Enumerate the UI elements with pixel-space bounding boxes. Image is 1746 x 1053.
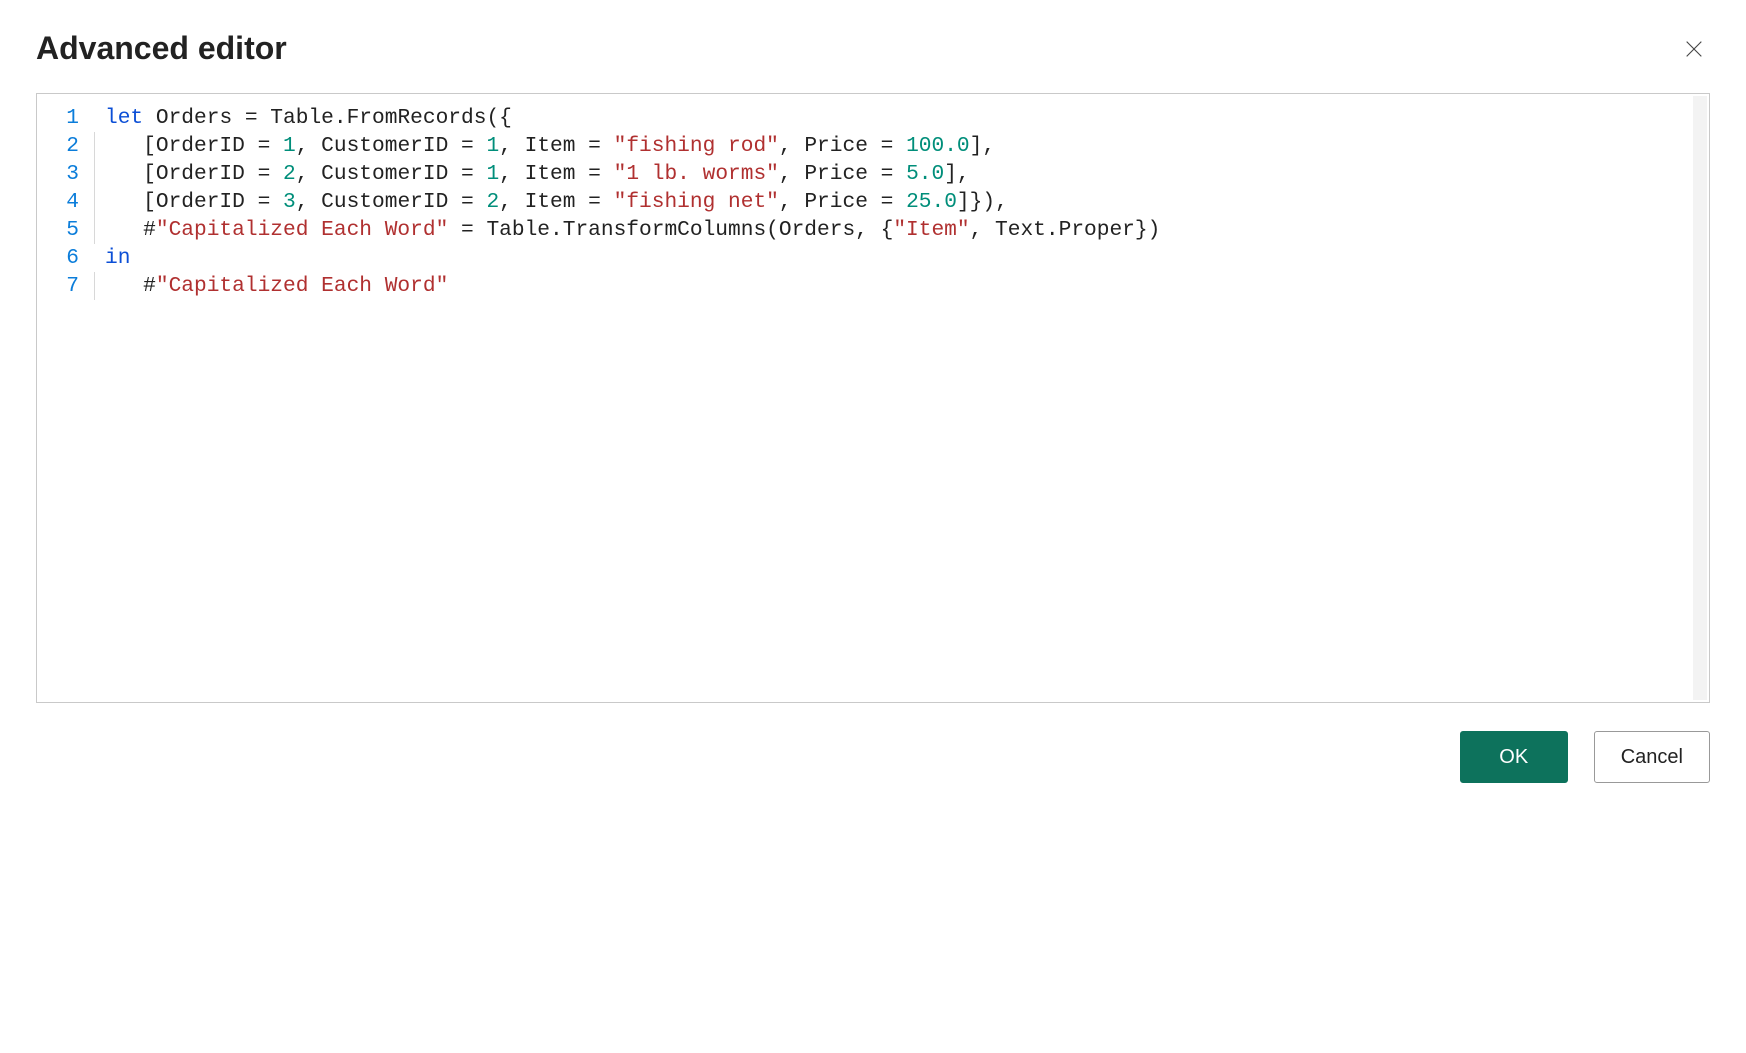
dialog-header: Advanced editor bbox=[36, 30, 1710, 67]
indent-guide bbox=[91, 216, 105, 244]
token-plain: , Price = bbox=[779, 162, 906, 186]
indent-guide bbox=[91, 132, 105, 160]
token-plain: [OrderID = bbox=[105, 162, 283, 186]
line-number: 7 bbox=[37, 272, 91, 300]
token-num: 2 bbox=[486, 190, 499, 214]
dialog-title: Advanced editor bbox=[36, 30, 287, 67]
code-content[interactable]: #"Capitalized Each Word" = Table.Transfo… bbox=[105, 216, 1709, 244]
token-plain: = Table.TransformColumns(Orders, { bbox=[448, 218, 893, 242]
close-icon bbox=[1683, 38, 1705, 60]
token-plain: , Price = bbox=[779, 190, 906, 214]
cancel-button[interactable]: Cancel bbox=[1594, 731, 1710, 783]
token-plain: , CustomerID = bbox=[296, 190, 487, 214]
indent-guide bbox=[91, 160, 105, 188]
line-number: 5 bbox=[37, 216, 91, 244]
indent-guide bbox=[91, 188, 105, 216]
token-kw: let bbox=[105, 106, 143, 130]
code-content[interactable]: [OrderID = 3, CustomerID = 2, Item = "fi… bbox=[105, 188, 1709, 216]
token-plain: ], bbox=[944, 162, 969, 186]
indent-guide bbox=[91, 104, 105, 132]
line-number: 6 bbox=[37, 244, 91, 272]
code-line[interactable]: 5 #"Capitalized Each Word" = Table.Trans… bbox=[37, 216, 1709, 244]
token-num: 25.0 bbox=[906, 190, 957, 214]
indent-guide bbox=[91, 244, 105, 272]
line-number: 3 bbox=[37, 160, 91, 188]
code-content[interactable]: #"Capitalized Each Word" bbox=[105, 272, 1709, 300]
ok-button[interactable]: OK bbox=[1460, 731, 1568, 783]
token-str: "fishing net" bbox=[614, 190, 779, 214]
code-content[interactable]: in bbox=[105, 244, 1709, 272]
token-num: 100.0 bbox=[906, 134, 970, 158]
code-line[interactable]: 3 [OrderID = 2, CustomerID = 1, Item = "… bbox=[37, 160, 1709, 188]
code-line[interactable]: 7 #"Capitalized Each Word" bbox=[37, 272, 1709, 300]
code-line[interactable]: 4 [OrderID = 3, CustomerID = 2, Item = "… bbox=[37, 188, 1709, 216]
token-plain: , Price = bbox=[779, 134, 906, 158]
token-num: 1 bbox=[486, 134, 499, 158]
code-line[interactable]: 6 in bbox=[37, 244, 1709, 272]
token-num: 2 bbox=[283, 162, 296, 186]
token-plain: , Item = bbox=[499, 162, 613, 186]
token-num: 5.0 bbox=[906, 162, 944, 186]
token-plain: [OrderID = bbox=[105, 134, 283, 158]
token-str: "1 lb. worms" bbox=[614, 162, 779, 186]
token-num: 1 bbox=[283, 134, 296, 158]
scrollbar-vertical[interactable] bbox=[1693, 96, 1707, 700]
line-number: 2 bbox=[37, 132, 91, 160]
line-number: 4 bbox=[37, 188, 91, 216]
token-kw: in bbox=[105, 246, 130, 270]
token-str: "fishing rod" bbox=[614, 134, 779, 158]
token-plain: [OrderID = bbox=[105, 190, 283, 214]
dialog-footer: OK Cancel bbox=[36, 731, 1710, 783]
token-str: "Capitalized Each Word" bbox=[156, 274, 448, 298]
code-editor[interactable]: 1let Orders = Table.FromRecords({2 [Orde… bbox=[36, 93, 1710, 703]
code-line[interactable]: 2 [OrderID = 1, CustomerID = 1, Item = "… bbox=[37, 132, 1709, 160]
token-plain: # bbox=[105, 218, 156, 242]
code-line[interactable]: 1 let Orders = Table.FromRecords({ bbox=[37, 104, 1709, 132]
code-content[interactable]: [OrderID = 2, CustomerID = 1, Item = "1 … bbox=[105, 160, 1709, 188]
close-button[interactable] bbox=[1678, 33, 1710, 65]
token-str: "Capitalized Each Word" bbox=[156, 218, 448, 242]
token-plain: ]}), bbox=[957, 190, 1008, 214]
token-plain: , CustomerID = bbox=[296, 134, 487, 158]
token-plain: , Text.Proper}) bbox=[970, 218, 1161, 242]
token-plain: ], bbox=[970, 134, 995, 158]
token-plain: , Item = bbox=[499, 134, 613, 158]
token-plain: , Item = bbox=[499, 190, 613, 214]
code-content[interactable]: [OrderID = 1, CustomerID = 1, Item = "fi… bbox=[105, 132, 1709, 160]
indent-guide bbox=[91, 272, 105, 300]
token-plain: , CustomerID = bbox=[296, 162, 487, 186]
code-area[interactable]: 1let Orders = Table.FromRecords({2 [Orde… bbox=[37, 104, 1709, 300]
line-number: 1 bbox=[37, 104, 91, 132]
token-num: 1 bbox=[486, 162, 499, 186]
token-plain: # bbox=[105, 274, 156, 298]
token-str: "Item" bbox=[893, 218, 969, 242]
code-content[interactable]: let Orders = Table.FromRecords({ bbox=[105, 104, 1709, 132]
token-num: 3 bbox=[283, 190, 296, 214]
token-plain: Orders = Table.FromRecords({ bbox=[143, 106, 512, 130]
